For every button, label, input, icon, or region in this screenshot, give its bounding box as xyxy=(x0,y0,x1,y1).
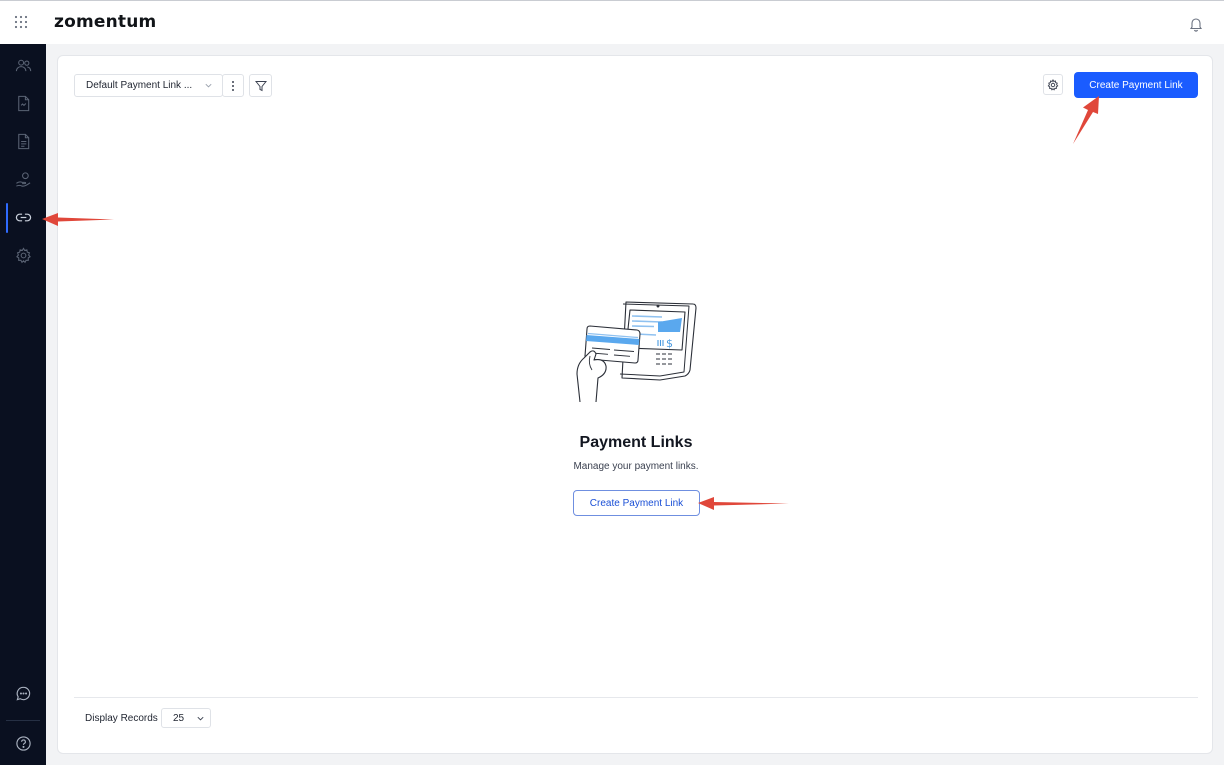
main-card: Default Payment Link ... Create Payment … xyxy=(57,55,1213,754)
records-per-page-select[interactable]: 25 xyxy=(161,708,211,728)
display-records-label: Display Records xyxy=(85,713,158,724)
view-select[interactable]: Default Payment Link ... xyxy=(74,74,223,97)
sidebar-item-contacts[interactable] xyxy=(0,50,46,80)
apps-grid-icon[interactable] xyxy=(14,15,28,29)
bell-icon[interactable] xyxy=(1188,16,1204,32)
top-bar: zomentum xyxy=(0,0,1224,44)
sidebar xyxy=(0,44,46,765)
sidebar-item-settings[interactable] xyxy=(0,240,46,270)
more-options-button[interactable] xyxy=(222,74,244,97)
brand-logo: zomentum xyxy=(54,12,157,32)
sidebar-item-payments[interactable] xyxy=(0,164,46,194)
chevron-down-icon xyxy=(205,83,212,88)
create-payment-link-button[interactable]: Create Payment Link xyxy=(1074,72,1198,98)
document-icon xyxy=(17,95,29,111)
chevron-down-icon xyxy=(197,716,204,721)
kebab-menu-icon xyxy=(232,80,234,91)
chat-icon xyxy=(15,686,30,701)
sidebar-item-payment-links[interactable] xyxy=(0,202,46,233)
sidebar-divider xyxy=(6,720,40,721)
gear-icon xyxy=(15,246,31,263)
gear-icon xyxy=(1047,78,1059,91)
empty-state-create-button[interactable]: Create Payment Link xyxy=(573,490,700,516)
empty-state-title: Payment Links xyxy=(579,434,693,451)
view-select-label: Default Payment Link ... xyxy=(86,80,193,91)
filter-button[interactable] xyxy=(249,74,272,97)
svg-text:$: $ xyxy=(666,337,673,350)
records-per-page-value: 25 xyxy=(173,712,185,724)
hand-coin-icon xyxy=(15,171,30,187)
payment-card-illustration: $ xyxy=(576,301,697,402)
settings-button[interactable] xyxy=(1043,74,1063,95)
sidebar-item-help[interactable] xyxy=(0,728,46,758)
help-icon xyxy=(15,735,31,751)
invoice-icon xyxy=(17,133,29,149)
users-icon xyxy=(15,59,31,71)
sidebar-item-proposals[interactable] xyxy=(0,88,46,118)
empty-state-subtitle: Manage your payment links. xyxy=(573,461,699,472)
sidebar-item-chat[interactable] xyxy=(0,678,46,708)
sidebar-item-invoices[interactable] xyxy=(0,126,46,156)
footer-divider xyxy=(74,697,1198,698)
filter-icon xyxy=(254,80,267,91)
link-icon xyxy=(15,213,31,221)
